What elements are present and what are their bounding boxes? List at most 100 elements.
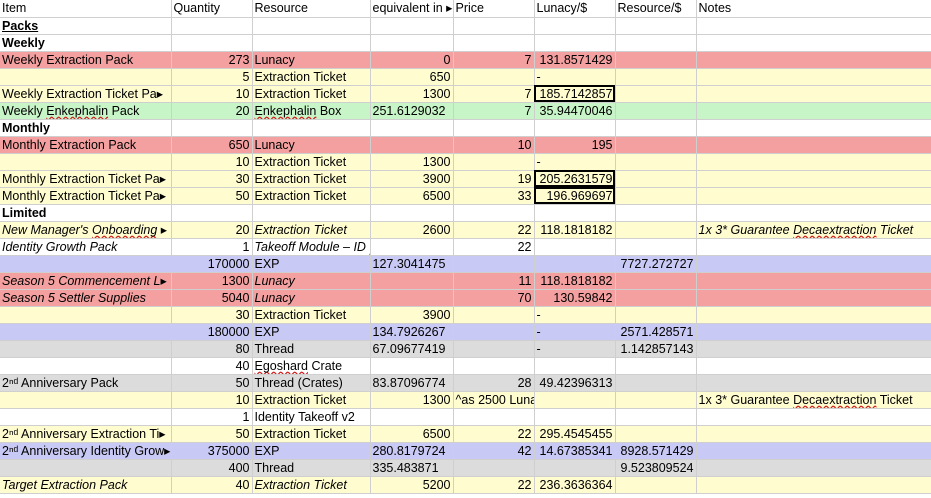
cell-notes[interactable] (696, 102, 931, 120)
cell-item[interactable]: Season 5 Commencement L▸ (0, 272, 172, 290)
cell-lunacy-per-dollar[interactable]: 14.67385341 (534, 442, 616, 460)
cell-notes[interactable] (696, 170, 931, 188)
cell-equivalent[interactable]: 2600 (370, 221, 454, 239)
cell-lunacy-per-dollar[interactable] (534, 17, 616, 35)
cell-price[interactable]: 22 (453, 238, 535, 256)
cell-lunacy-per-dollar[interactable]: 295.4545455 (534, 425, 616, 443)
cell-resource-per-dollar[interactable] (615, 374, 697, 392)
cell-notes[interactable] (696, 357, 931, 375)
header-lunacy-per-dollar[interactable]: Lunacy/$ (534, 0, 616, 18)
cell-equivalent[interactable]: 1300 (370, 391, 454, 409)
cell-resource-per-dollar[interactable] (615, 119, 697, 137)
cell-resource[interactable]: Thread (252, 459, 371, 477)
cell-price[interactable] (453, 34, 535, 52)
cell-resource-per-dollar[interactable] (615, 17, 697, 35)
cell-resource-per-dollar[interactable]: 9.523809524 (615, 459, 697, 477)
cell-quantity[interactable]: 5 (171, 68, 253, 86)
cell-quantity[interactable]: 650 (171, 136, 253, 154)
cell-notes[interactable] (696, 238, 931, 256)
cell-lunacy-per-dollar[interactable]: 205.2631579 (534, 170, 616, 188)
cell-item[interactable]: Packs (0, 17, 172, 35)
cell-quantity[interactable]: 400 (171, 459, 253, 477)
cell-item[interactable] (0, 68, 172, 86)
cell-equivalent[interactable]: 251.6129032 (370, 102, 454, 120)
cell-notes[interactable] (696, 187, 931, 205)
cell-item[interactable]: 2ⁿᵈ Anniversary Extraction Ti▸ (0, 425, 172, 443)
cell-equivalent[interactable] (370, 34, 454, 52)
header-equivalent[interactable]: equivalent in ▸ (370, 0, 454, 18)
cell-equivalent[interactable]: 1300 (370, 85, 454, 103)
cell-lunacy-per-dollar[interactable]: 236.3636364 (534, 476, 616, 494)
cell-equivalent[interactable]: 67.09677419 (370, 340, 454, 358)
cell-quantity[interactable] (171, 119, 253, 137)
cell-notes[interactable] (696, 272, 931, 290)
cell-item[interactable] (0, 408, 172, 426)
cell-equivalent[interactable] (370, 272, 454, 290)
cell-resource-per-dollar[interactable] (615, 289, 697, 307)
cell-item[interactable]: Limited (0, 204, 172, 222)
cell-quantity[interactable]: 20 (171, 221, 253, 239)
cell-price[interactable]: 11 (453, 272, 535, 290)
cell-resource[interactable]: Enkephalin Box (252, 102, 371, 120)
cell-price[interactable]: 7 (453, 51, 535, 69)
cell-resource[interactable]: EXP (252, 442, 371, 460)
cell-notes[interactable] (696, 323, 931, 341)
cell-price[interactable]: 7 (453, 85, 535, 103)
cell-equivalent[interactable]: 134.7926267 (370, 323, 454, 341)
cell-resource-per-dollar[interactable]: 7727.272727 (615, 255, 697, 273)
cell-item[interactable] (0, 323, 172, 341)
cell-item[interactable]: Monthly Extraction Ticket Pa▸ (0, 170, 172, 188)
cell-resource[interactable]: Extraction Ticket (252, 306, 371, 324)
header-quantity[interactable]: Quantity (171, 0, 253, 18)
cell-item[interactable]: Season 5 Settler Supplies (0, 289, 172, 307)
cell-price[interactable]: 28 (453, 374, 535, 392)
cell-resource[interactable]: Lunacy (252, 272, 371, 290)
cell-resource-per-dollar[interactable] (615, 102, 697, 120)
cell-lunacy-per-dollar[interactable]: 49.42396313 (534, 374, 616, 392)
cell-price[interactable]: 70 (453, 289, 535, 307)
cell-notes[interactable] (696, 289, 931, 307)
cell-resource-per-dollar[interactable] (615, 170, 697, 188)
cell-price[interactable] (453, 323, 535, 341)
cell-notes[interactable] (696, 17, 931, 35)
cell-item[interactable]: Weekly Extraction Ticket Pa▸ (0, 85, 172, 103)
cell-item[interactable] (0, 459, 172, 477)
cell-equivalent[interactable]: 3900 (370, 306, 454, 324)
cell-quantity[interactable]: 10 (171, 391, 253, 409)
cell-price[interactable]: 33 (453, 187, 535, 205)
cell-price[interactable] (453, 408, 535, 426)
cell-notes[interactable] (696, 459, 931, 477)
cell-equivalent[interactable] (370, 204, 454, 222)
cell-resource[interactable]: Egoshard Crate (252, 357, 371, 375)
cell-equivalent[interactable]: 650 (370, 68, 454, 86)
cell-resource[interactable]: Extraction Ticket (252, 85, 371, 103)
cell-lunacy-per-dollar[interactable]: 130.59842 (534, 289, 616, 307)
cell-lunacy-per-dollar[interactable] (534, 204, 616, 222)
cell-resource-per-dollar[interactable] (615, 408, 697, 426)
cell-item[interactable] (0, 255, 172, 273)
cell-notes[interactable] (696, 425, 931, 443)
cell-item[interactable]: Weekly (0, 34, 172, 52)
cell-resource[interactable] (252, 119, 371, 137)
cell-lunacy-per-dollar[interactable]: - (534, 68, 616, 86)
cell-lunacy-per-dollar[interactable]: 185.7142857 (534, 85, 616, 103)
cell-resource[interactable] (252, 34, 371, 52)
cell-notes[interactable] (696, 340, 931, 358)
cell-item[interactable] (0, 357, 172, 375)
cell-quantity[interactable]: 1 (171, 408, 253, 426)
cell-price[interactable] (453, 459, 535, 477)
cell-quantity[interactable]: 10 (171, 153, 253, 171)
cell-equivalent[interactable] (370, 357, 454, 375)
cell-quantity[interactable] (171, 34, 253, 52)
cell-resource-per-dollar[interactable] (615, 476, 697, 494)
cell-equivalent[interactable]: 127.3041475 (370, 255, 454, 273)
cell-price[interactable]: 22 (453, 221, 535, 239)
cell-resource-per-dollar[interactable] (615, 221, 697, 239)
cell-resource[interactable]: Extraction Ticket (252, 68, 371, 86)
cell-quantity[interactable]: 30 (171, 306, 253, 324)
cell-notes[interactable] (696, 85, 931, 103)
cell-notes[interactable]: 1x 3* Guarantee Decaextraction Ticket (696, 391, 931, 409)
cell-resource[interactable]: Extraction Ticket (252, 187, 371, 205)
cell-notes[interactable] (696, 476, 931, 494)
cell-item[interactable] (0, 306, 172, 324)
